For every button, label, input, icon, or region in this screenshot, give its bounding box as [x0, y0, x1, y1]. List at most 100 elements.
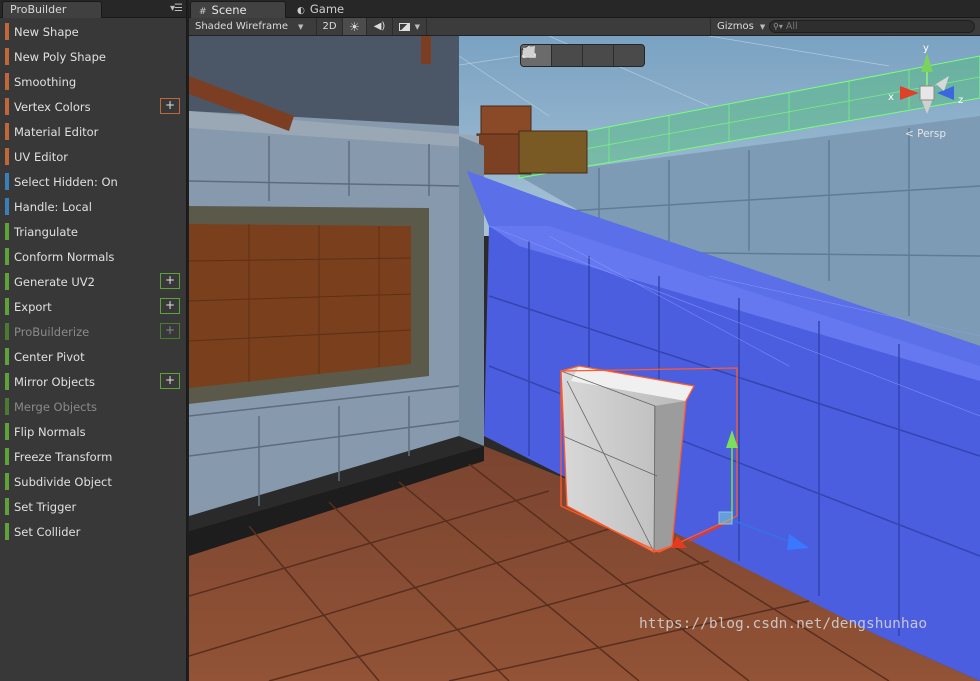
probuilder-item[interactable]: Subdivide Object: [5, 469, 185, 494]
axis-label-x: x: [888, 92, 894, 103]
window-glass: [189, 224, 411, 388]
shading-mode-dropdown[interactable]: Shaded Wireframe ▼: [189, 18, 317, 35]
probuilder-item-label: Generate UV2: [14, 274, 95, 289]
list-menu-icon[interactable]: ▾☰: [170, 3, 183, 14]
effects-dropdown[interactable]: ▼: [393, 18, 427, 35]
edge-mode-button[interactable]: [522, 45, 614, 66]
category-color-swatch: [5, 248, 9, 265]
options-plus-button[interactable]: +: [160, 298, 180, 314]
probuilder-item: ProBuilderize +: [5, 319, 185, 344]
probuilder-item-label: Set Collider: [14, 524, 81, 539]
options-plus-button: +: [160, 323, 180, 339]
probuilder-item[interactable]: Set Trigger: [5, 494, 185, 519]
scene-search-field[interactable]: ⚲▾: [769, 20, 975, 33]
vertex-mode-button[interactable]: [522, 45, 583, 66]
lighting-toggle-button[interactable]: ☀: [343, 18, 367, 35]
face-mode-icon: [523, 46, 535, 57]
category-color-swatch: [5, 223, 9, 240]
gizmos-dropdown[interactable]: Gizmos ▼: [710, 18, 771, 35]
category-color-swatch: [5, 23, 9, 40]
probuilder-item-label: Material Editor: [14, 124, 99, 139]
probuilder-item[interactable]: Handle: Local: [5, 194, 185, 219]
probuilder-item[interactable]: Generate UV2 +: [5, 269, 185, 294]
scene-window: # Scene ◐ Game Shaded Wireframe ▼ 2D ☀ ◀) …: [189, 0, 980, 681]
probuilder-item[interactable]: Smoothing: [5, 69, 185, 94]
chevron-down-icon: ▼: [759, 22, 766, 31]
shading-mode-label: Shaded Wireframe: [195, 21, 288, 32]
probuilder-item[interactable]: Material Editor: [5, 119, 185, 144]
category-color-swatch: [5, 148, 9, 165]
toggle-2d-label: 2D: [322, 21, 337, 32]
probuilder-item[interactable]: UV Editor: [5, 144, 185, 169]
scene-grid-icon: #: [199, 7, 207, 17]
tab-game[interactable]: ◐ Game: [289, 1, 379, 18]
chevron-down-icon: ▼: [297, 22, 304, 31]
image-effects-icon: [399, 22, 410, 31]
probuilder-item-label: Select Hidden: On: [14, 174, 118, 189]
audio-toggle-button[interactable]: ◀): [367, 18, 393, 35]
probuilder-item[interactable]: Freeze Transform: [5, 444, 185, 469]
options-plus-button[interactable]: +: [160, 98, 180, 114]
probuilder-tab[interactable]: ProBuilder: [2, 1, 102, 18]
tab-game-label: Game: [309, 2, 345, 16]
category-color-swatch: [5, 498, 9, 515]
probuilder-item-label: Center Pivot: [14, 349, 85, 364]
category-color-swatch: [5, 298, 9, 315]
toggle-2d-button[interactable]: 2D: [317, 18, 343, 35]
probuilder-item[interactable]: Vertex Colors +: [5, 94, 185, 119]
scene-render: y x z: [189, 36, 980, 681]
category-color-swatch: [5, 473, 9, 490]
probuilder-item[interactable]: Conform Normals: [5, 244, 185, 269]
category-color-swatch: [5, 373, 9, 390]
category-color-swatch: [5, 173, 9, 190]
probuilder-item[interactable]: New Shape: [5, 19, 185, 44]
probuilder-action-list: New Shape New Poly Shape Smoothing Vertex C…: [5, 19, 185, 544]
probuilder-panel: ProBuilder ▾☰ New Shape New Poly Shape Smo…: [0, 0, 187, 681]
scene-tabbar: # Scene ◐ Game: [189, 0, 980, 18]
search-icon: ⚲▾: [773, 22, 783, 31]
category-color-swatch: [5, 98, 9, 115]
scene-viewport[interactable]: y x z < Persp: [189, 36, 980, 681]
category-color-swatch: [5, 423, 9, 440]
sun-icon: ☀: [349, 19, 360, 34]
probuilder-item-label: Smoothing: [14, 74, 77, 89]
probuilder-item-label: Freeze Transform: [14, 449, 113, 464]
probuilder-item-label: Vertex Colors: [14, 99, 91, 114]
speaker-icon: ◀): [373, 21, 386, 32]
category-color-swatch: [5, 323, 9, 340]
category-color-swatch: [5, 198, 9, 215]
category-color-swatch: [5, 448, 9, 465]
probuilder-item[interactable]: New Poly Shape: [5, 44, 185, 69]
probuilder-item[interactable]: Select Hidden: On: [5, 169, 185, 194]
scene-search-input[interactable]: [785, 21, 956, 32]
probuilder-item-label: New Poly Shape: [14, 49, 106, 64]
options-plus-button[interactable]: +: [160, 273, 180, 289]
probuilder-item[interactable]: Flip Normals: [5, 419, 185, 444]
probuilder-item[interactable]: Triangulate: [5, 219, 185, 244]
tab-scene[interactable]: # Scene: [190, 1, 286, 18]
probuilder-item-label: New Shape: [14, 24, 79, 39]
face-mode-button[interactable]: [523, 45, 644, 66]
axis-label-y: y: [923, 43, 929, 54]
probuilder-item-label: Triangulate: [14, 224, 79, 239]
scene-toolbar: Shaded Wireframe ▼ 2D ☀ ◀) ▼ Gizmos ▼ ⚲▾: [189, 18, 980, 36]
probuilder-item-label: UV Editor: [14, 149, 68, 164]
tab-scene-label: Scene: [211, 3, 247, 17]
building-upper: [189, 36, 459, 126]
chevron-down-icon: ▼: [414, 22, 420, 31]
crate-right: [518, 130, 588, 174]
projection-label[interactable]: < Persp: [905, 128, 946, 140]
probuilder-item[interactable]: Export +: [5, 294, 185, 319]
axis-label-z: z: [958, 95, 963, 106]
probuilder-item-label: Set Trigger: [14, 499, 77, 514]
probuilder-item-label: Mirror Objects: [14, 374, 95, 389]
options-plus-button[interactable]: +: [160, 373, 180, 389]
probuilder-item[interactable]: Mirror Objects +: [5, 369, 185, 394]
probuilder-item[interactable]: Center Pivot: [5, 344, 185, 369]
probuilder-item-label: ProBuilderize: [14, 324, 90, 339]
game-pacman-icon: ◐: [297, 6, 305, 16]
probuilder-item[interactable]: Set Collider: [5, 519, 185, 544]
probuilder-item: Merge Objects: [5, 394, 185, 419]
probuilder-item-label: Subdivide Object: [14, 474, 112, 489]
probuilder-mode-toolbar: [520, 44, 645, 67]
